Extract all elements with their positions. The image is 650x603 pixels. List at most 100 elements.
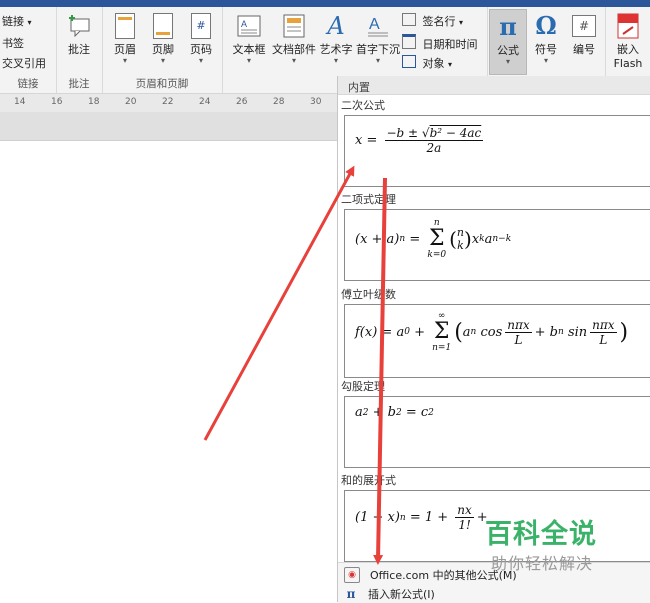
equation-quadratic-formula: x = −b ± √b² − 4ac 2a [355, 126, 484, 155]
ruler-tick: 30 [310, 97, 322, 107]
wordart-label: 艺术字 [319, 43, 353, 56]
signature-icon [402, 13, 416, 26]
link-label: 链接 [2, 15, 24, 28]
equation-label: 公式 [497, 44, 519, 57]
bookmark-label: 书签 [2, 37, 24, 50]
chevron-down-icon: ▾ [459, 18, 464, 27]
comment-icon [66, 13, 92, 39]
drop-cap-icon: A [365, 13, 391, 39]
date-time-button[interactable]: 日期和时间 [402, 34, 478, 52]
equation-fourier-formula: f(x) = a0 + ∞ Σn=1 (a n cos nπx L + bn sin nπx… [355, 311, 629, 353]
section-title-sum-expansion: 和的展开式 [341, 474, 396, 487]
horizontal-ruler[interactable]: 14 16 18 20 22 24 26 28 30 [0, 94, 338, 113]
title-bar-strip [0, 0, 650, 7]
ruler-tick: 14 [14, 97, 26, 107]
cross-reference-button[interactable]: 交叉引用 [2, 55, 46, 71]
svg-text:A: A [241, 19, 247, 29]
comments-group-label: 批注 [68, 78, 90, 90]
ruler-tick: 24 [199, 97, 211, 107]
ruler-tick: 22 [162, 97, 174, 107]
chevron-down-icon: ▾ [333, 56, 338, 65]
footer-icon [150, 13, 176, 39]
embed-flash-button[interactable]: 嵌入 Flash [610, 13, 646, 70]
equation-fourier[interactable]: f(x) = a0 + ∞ Σn=1 (a n cos nπx L + bn sin nπx… [344, 304, 650, 378]
chevron-down-icon: ▾ [122, 56, 127, 65]
ruler-tick: 26 [236, 97, 248, 107]
ruler-tick: 20 [125, 97, 137, 107]
insert-new-equation-button[interactable]: π 插入新公式(I) [344, 586, 435, 602]
number-icon: # [571, 13, 597, 39]
equation-pythagorean[interactable]: a2 + b2 = c2 [344, 396, 650, 468]
signature-line-label: 签名行 [422, 15, 456, 28]
footer-button[interactable]: 页脚 ▾ [146, 13, 180, 65]
quick-parts-label: 文档部件 [272, 43, 316, 56]
gallery-header-label: 内置 [348, 81, 370, 94]
bookmark-button[interactable]: 书签 [2, 35, 24, 51]
header-footer-group: 页眉 ▾ 页脚 ▾ # 页码 ▾ 页眉和页脚 [102, 7, 223, 93]
drop-cap-button[interactable]: A 首字下沉 ▾ [356, 13, 400, 65]
chevron-down-icon: ▾ [448, 60, 453, 69]
symbol-button[interactable]: Ω 符号 ▾ [529, 13, 563, 65]
text-box-label: 文本框 [232, 43, 266, 56]
signature-line-button[interactable]: 签名行 ▾ [402, 13, 463, 29]
page-number-icon: # [188, 13, 214, 39]
equation-binomial[interactable]: (x + a) n = n Σk=0 (n k) x k a n−k [344, 209, 650, 281]
new-comment-button[interactable]: 批注 [62, 13, 96, 57]
equation-pythagorean-formula: a2 + b2 = c2 [355, 405, 434, 420]
links-group-label: 链接 [17, 78, 39, 90]
chevron-down-icon: ▾ [291, 56, 296, 65]
section-title-pythagorean: 勾股定理 [341, 380, 385, 393]
text-box-icon: A [236, 13, 262, 39]
link-button[interactable]: 链接 ▾ [2, 13, 32, 29]
wordart-icon: A [327, 12, 345, 40]
chevron-down-icon: ▾ [246, 56, 251, 65]
equation-quadratic[interactable]: x = −b ± √b² − 4ac 2a [344, 115, 650, 187]
watermark-main: 百科全说 [485, 519, 597, 550]
chevron-down-icon: ▾ [543, 56, 548, 65]
gallery-header: 内置 [338, 76, 650, 95]
document-top-margin [0, 112, 338, 141]
comments-group: 批注 批注 [56, 7, 103, 93]
number-label: 编号 [573, 43, 595, 56]
page-number-button[interactable]: # 页码 ▾ [184, 13, 218, 65]
chevron-down-icon: ▾ [198, 56, 203, 65]
quick-parts-button[interactable]: 文档部件 ▾ [272, 13, 316, 65]
calendar-icon [402, 34, 416, 49]
wordart-button[interactable]: A 艺术字 ▾ [316, 12, 356, 65]
date-time-label: 日期和时间 [422, 38, 478, 51]
text-box-button[interactable]: A 文本框 ▾ [228, 13, 270, 65]
footer-label: 页脚 [152, 43, 174, 56]
watermark: 百科全说 助你轻松解决 [485, 512, 625, 574]
chevron-down-icon: ▾ [27, 18, 32, 27]
number-button[interactable]: # 编号 [567, 13, 601, 57]
object-button[interactable]: 对象 ▾ [402, 55, 452, 71]
svg-text:A: A [369, 16, 380, 33]
pi-icon: π [499, 12, 517, 41]
chevron-down-icon: ▾ [375, 56, 380, 65]
embed-flash-label-2: Flash [613, 57, 643, 70]
embed-flash-label-1: 嵌入 [617, 43, 639, 56]
insert-new-equation-label: 插入新公式(I) [368, 588, 435, 601]
drop-cap-label: 首字下沉 [356, 43, 400, 56]
chevron-down-icon: ▾ [160, 56, 165, 65]
cross-reference-label: 交叉引用 [2, 57, 46, 70]
object-label: 对象 [422, 57, 445, 70]
header-button[interactable]: 页眉 ▾ [108, 13, 142, 65]
ruler-tick: 18 [88, 97, 100, 107]
ruler-tick: 28 [273, 97, 285, 107]
watermark-sub: 助你轻松解决 [491, 554, 594, 573]
section-title-fourier: 傅立叶级数 [341, 288, 396, 301]
new-comment-label: 批注 [68, 43, 90, 56]
equation-button[interactable]: π 公式 ▾ [489, 9, 527, 75]
office-icon: ◉ [344, 567, 360, 583]
header-footer-group-label: 页眉和页脚 [135, 78, 189, 90]
equation-binomial-formula: (x + a) n = n Σk=0 (n k) x k a n−k [355, 218, 512, 260]
omega-icon: Ω [535, 11, 557, 40]
header-label: 页眉 [114, 43, 136, 56]
links-group: 链接 ▾ 书签 交叉引用 链接 [0, 7, 57, 93]
flash-icon [615, 13, 641, 39]
header-icon [112, 13, 138, 39]
arrow-to-equation-gallery [203, 165, 355, 441]
page-number-label: 页码 [190, 43, 212, 56]
section-title-quadratic: 二次公式 [341, 99, 385, 112]
